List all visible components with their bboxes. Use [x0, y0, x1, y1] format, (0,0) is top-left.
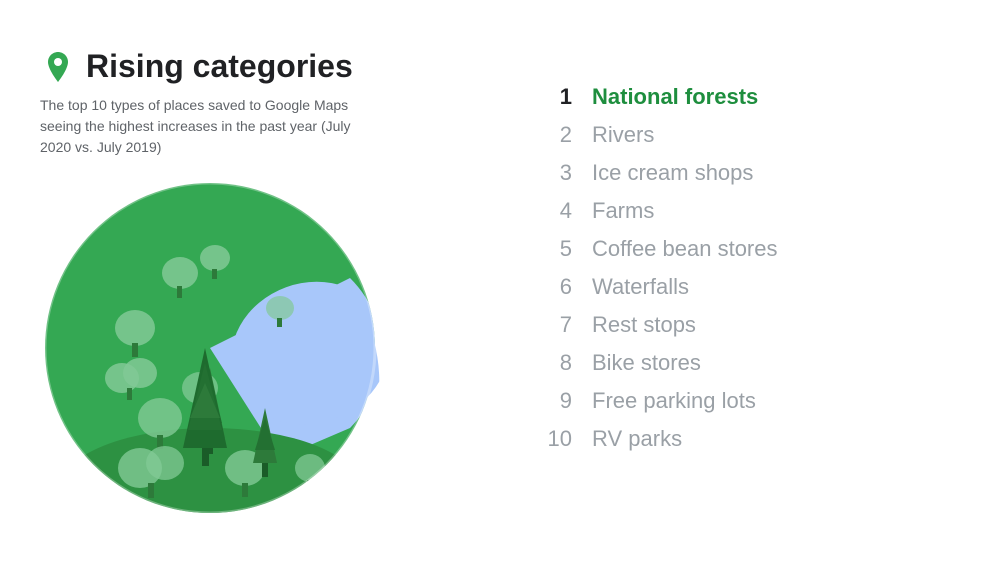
ranking-item: 5 Coffee bean stores [540, 230, 960, 268]
page-title: Rising categories [86, 48, 353, 85]
rank-label: Free parking lots [592, 388, 756, 414]
right-panel: 1 National forests 2 Rivers 3 Ice cream shops… [500, 48, 960, 458]
rank-number: 7 [540, 312, 572, 338]
rank-number: 2 [540, 122, 572, 148]
ranking-item: 2 Rivers [540, 116, 960, 154]
main-container: Rising categories The top 10 types of pl… [20, 18, 980, 568]
ranking-item: 4 Farms [540, 192, 960, 230]
ranking-item: 7 Rest stops [540, 306, 960, 344]
rank-label: Ice cream shops [592, 160, 753, 186]
ranking-item: 8 Bike stores [540, 344, 960, 382]
rank-number: 4 [540, 198, 572, 224]
rank-number: 9 [540, 388, 572, 414]
rank-label: Waterfalls [592, 274, 689, 300]
rank-label: Bike stores [592, 350, 701, 376]
rank-label: RV parks [592, 426, 682, 452]
rank-number: 8 [540, 350, 572, 376]
left-panel: Rising categories The top 10 types of pl… [40, 48, 500, 518]
rank-number: 10 [540, 426, 572, 452]
ranking-item: 10 RV parks [540, 420, 960, 458]
rank-number: 6 [540, 274, 572, 300]
rank-number: 5 [540, 236, 572, 262]
illustration-circle [40, 178, 380, 518]
rank-label: Rest stops [592, 312, 696, 338]
rank-label: National forests [592, 84, 758, 110]
rank-number: 1 [540, 84, 572, 110]
ranking-list: 1 National forests 2 Rivers 3 Ice cream shops… [540, 78, 960, 458]
ranking-item: 6 Waterfalls [540, 268, 960, 306]
ranking-item: 9 Free parking lots [540, 382, 960, 420]
ranking-item: 1 National forests [540, 78, 960, 116]
ranking-item: 3 Ice cream shops [540, 154, 960, 192]
rank-number: 3 [540, 160, 572, 186]
subtitle-text: The top 10 types of places saved to Goog… [40, 95, 380, 158]
location-pin-icon [40, 49, 76, 85]
rank-label: Rivers [592, 122, 654, 148]
rank-label: Coffee bean stores [592, 236, 778, 262]
rank-label: Farms [592, 198, 654, 224]
title-row: Rising categories [40, 48, 500, 85]
